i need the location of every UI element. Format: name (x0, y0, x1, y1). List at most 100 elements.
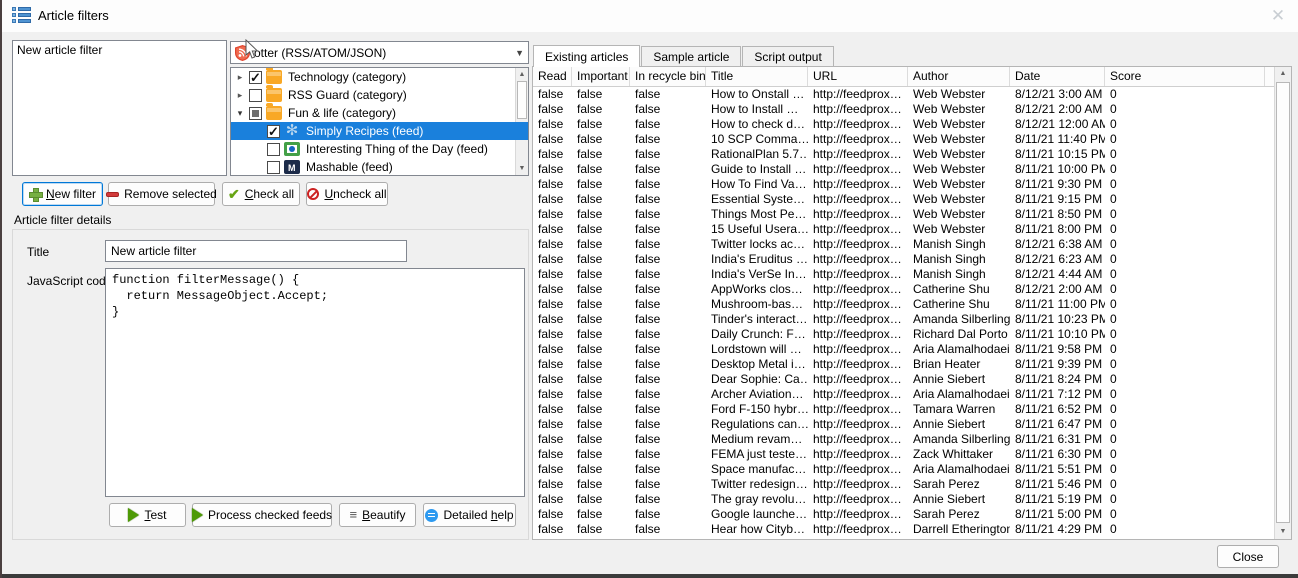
item-checkbox[interactable] (267, 143, 280, 156)
expand-icon[interactable]: ▸ (235, 72, 245, 83)
table-row[interactable]: falsefalsefalseMushroom-bas…http://feedp… (533, 297, 1274, 312)
scrollbar-thumb[interactable] (1276, 82, 1290, 523)
table-row[interactable]: falsefalsefalseArcher Aviation…http://fe… (533, 387, 1274, 402)
scroll-up-icon[interactable]: ▲ (1275, 67, 1291, 81)
check-all-button[interactable]: ✔Check all (222, 182, 300, 206)
item-checkbox[interactable] (249, 107, 262, 120)
column-header[interactable]: Read (533, 67, 572, 86)
table-row[interactable]: falsefalsefalseHear how Cityb…http://fee… (533, 522, 1274, 537)
table-row[interactable]: falsefalsefalseFord F-150 hybr…http://fe… (533, 402, 1274, 417)
feeds-tree[interactable]: ▲ ▼ ▸Technology (category)▸RSS Guard (ca… (230, 67, 529, 176)
table-row[interactable]: falsefalsefalseEssential Syste…http://fe… (533, 192, 1274, 207)
table-row[interactable]: falsefalsefalseAppWorks clos…http://feed… (533, 282, 1274, 297)
table-row[interactable]: falsefalsefalseThings Most Pe…http://fee… (533, 207, 1274, 222)
scroll-down-icon[interactable]: ▼ (1275, 525, 1291, 539)
table-cell: Medium revam… (706, 432, 808, 447)
table-cell: Web Webster (908, 132, 1010, 147)
filters-list[interactable]: New article filter (12, 40, 227, 176)
table-row[interactable]: falsefalsefalseThe gray revolu…http://fe… (533, 492, 1274, 507)
column-header[interactable]: Author (908, 67, 1010, 86)
table-row[interactable]: falsefalsefalseSpace manufac…http://feed… (533, 462, 1274, 477)
item-checkbox[interactable] (249, 71, 262, 84)
table-row[interactable]: falsefalsefalse10 SCP Comma…http://feedp… (533, 132, 1274, 147)
table-row[interactable]: falsefalsefalseGuide to Install …http://… (533, 162, 1274, 177)
item-checkbox[interactable] (249, 89, 262, 102)
table-row[interactable]: falsefalsefalseIndia's VerSe In…http://f… (533, 267, 1274, 282)
table-row[interactable]: falsefalsefalseDaily Crunch: F…http://fe… (533, 327, 1274, 342)
item-checkbox[interactable] (267, 161, 280, 174)
title-input[interactable]: New article filter (105, 240, 407, 262)
javascript-code-editor[interactable]: function filterMessage() { return Messag… (105, 268, 525, 497)
tree-item[interactable]: Mashable (feed) (231, 158, 528, 176)
close-button[interactable]: Close (1217, 545, 1279, 568)
table-row[interactable]: falsefalsefalseDear Sophie: Ca…http://fe… (533, 372, 1274, 387)
table-cell: Annie Siebert (908, 492, 1010, 507)
table-cell: Daily Crunch: F… (706, 327, 808, 342)
table-row[interactable]: falsefalsefalseRegulations can…http://fe… (533, 417, 1274, 432)
table-cell: false (630, 267, 706, 282)
new-filter-button[interactable]: New filter (22, 182, 103, 206)
table-row[interactable]: falsefalsefalseMedium revam…http://feedp… (533, 432, 1274, 447)
table-cell: false (533, 222, 572, 237)
collapse-icon[interactable]: ▾ (235, 108, 245, 119)
table-row[interactable]: falsefalsefalseHow To Find Va…http://fee… (533, 177, 1274, 192)
tab-sample-article[interactable]: Sample article (641, 46, 741, 67)
table-row[interactable]: falsefalsefalseDesktop Metal i…http://fe… (533, 357, 1274, 372)
item-checkbox[interactable] (267, 125, 280, 138)
table-row[interactable]: falsefalsefalseIndia's Eruditus …http://… (533, 252, 1274, 267)
process-checked-feeds-button[interactable]: Process checked feeds (192, 503, 332, 527)
column-header[interactable]: Title (706, 67, 808, 86)
detailed-help-button[interactable]: Detailed help (423, 503, 516, 527)
table-row[interactable]: falsefalsefalseFEMA just teste…http://fe… (533, 447, 1274, 462)
table-row[interactable]: falsefalsefalseHow to check d…http://fee… (533, 117, 1274, 132)
column-header[interactable]: Important (572, 67, 630, 86)
table-cell: 0 (1105, 207, 1265, 222)
table-row[interactable]: falsefalsefalseGoogle launche…http://fee… (533, 507, 1274, 522)
table-cell: 8/11/21 4:29 PM (1010, 522, 1105, 537)
table-cell: false (572, 477, 630, 492)
table-cell: 8/12/21 6:38 AM (1010, 237, 1105, 252)
close-icon[interactable]: ✕ (1266, 4, 1290, 28)
tab-script-output[interactable]: Script output (742, 46, 833, 67)
uncheck-all-button[interactable]: Uncheck all (306, 182, 388, 206)
table-header[interactable]: ReadImportantIn recycle binTitleURLAutho… (533, 67, 1274, 87)
table-cell: http://feedprox… (808, 117, 908, 132)
articles-table[interactable]: falsefalsefalseHow to Onstall …http://fe… (533, 87, 1274, 539)
tree-item[interactable]: ✻Simply Recipes (feed) (231, 122, 528, 140)
test-button[interactable]: Test (109, 503, 186, 527)
table-cell: false (630, 282, 706, 297)
table-cell: Web Webster (908, 117, 1010, 132)
table-row[interactable]: falsefalsefalseTinder's interact…http://… (533, 312, 1274, 327)
table-cell: http://feedprox… (808, 177, 908, 192)
column-header[interactable]: Date (1010, 67, 1105, 86)
table-cell: false (630, 297, 706, 312)
table-row[interactable]: falsefalsefalse15 Useful Usera…http://fe… (533, 222, 1274, 237)
tree-item[interactable]: ▸RSS Guard (category) (231, 86, 528, 104)
remove-selected-button[interactable]: Remove selected (108, 182, 215, 206)
table-cell: Space manufac… (706, 462, 808, 477)
table-cell: Catherine Shu (908, 282, 1010, 297)
table-cell: false (630, 252, 706, 267)
table-cell: http://feedprox… (808, 492, 908, 507)
table-row[interactable]: falsefalsefalseHow to Install …http://fe… (533, 102, 1274, 117)
tree-item[interactable]: ▾Fun & life (category) (231, 104, 528, 122)
table-scrollbar[interactable]: ▲ ▼ (1274, 67, 1291, 539)
table-cell: 0 (1105, 297, 1265, 312)
table-row[interactable]: falsefalsefalseHow to Onstall …http://fe… (533, 87, 1274, 102)
tree-item[interactable]: ▸Technology (category) (231, 68, 528, 86)
table-cell: 0 (1105, 522, 1265, 537)
table-row[interactable]: falsefalsefalseTwitter redesign…http://f… (533, 477, 1274, 492)
column-header[interactable]: URL (808, 67, 908, 86)
tree-item[interactable]: Interesting Thing of the Day (feed) (231, 140, 528, 158)
table-row[interactable]: falsefalsefalseRationalPlan 5.7…http://f… (533, 147, 1274, 162)
table-row[interactable]: falsefalsefalseTwitter locks ac…http://f… (533, 237, 1274, 252)
tab-existing-articles[interactable]: Existing articles (533, 45, 640, 67)
existing-articles-panel: ReadImportantIn recycle binTitleURLAutho… (532, 66, 1292, 540)
table-row[interactable]: falsefalsefalseLordstown will …http://fe… (533, 342, 1274, 357)
expand-icon[interactable]: ▸ (235, 90, 245, 101)
filter-list-item[interactable]: New article filter (13, 41, 226, 59)
column-header[interactable]: In recycle bin (630, 67, 706, 86)
column-header[interactable]: Score (1105, 67, 1265, 86)
beautify-button[interactable]: ≡Beautify (339, 503, 416, 527)
account-combobox[interactable]: otter (RSS/ATOM/JSON) ▼ (230, 41, 529, 64)
